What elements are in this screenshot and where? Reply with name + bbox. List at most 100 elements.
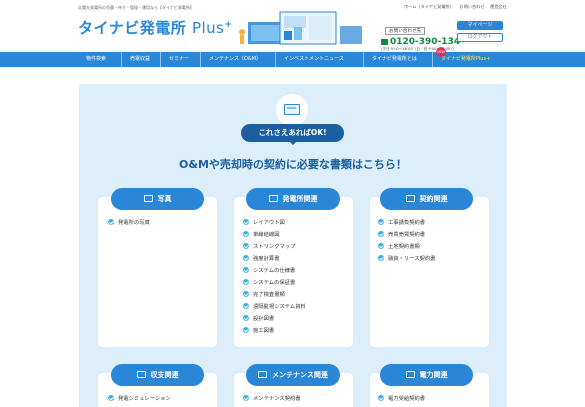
list-item[interactable]: 工事請負契約書	[378, 218, 425, 228]
list-item[interactable]: 単線結線図	[243, 230, 280, 240]
contact-label: お問い合わせ先	[385, 27, 426, 35]
item-label: 施工図書	[253, 328, 275, 334]
folder-icon	[143, 195, 153, 202]
list-item[interactable]: メンテナンス契約書	[243, 394, 301, 404]
item-label: 完了検査書類	[253, 292, 285, 298]
category-contracts-header: 契約関連	[380, 188, 473, 210]
phone-number[interactable]: 0120-390-134	[381, 37, 460, 47]
check-icon	[243, 303, 249, 309]
nav-item-maintenance[interactable]: メンテナンス（O&M）	[200, 52, 261, 67]
item-label: システムの保証書	[253, 280, 296, 286]
speech-bubble: これさえあればOK!	[241, 124, 344, 145]
check-icon	[243, 231, 249, 237]
check-icon	[378, 395, 384, 401]
category-photos-header: 写真	[111, 188, 204, 210]
category-power-header: 電力関連	[380, 364, 473, 386]
item-label: 発電所の写真	[118, 220, 150, 226]
top-link-contact[interactable]: お問い合わせ	[459, 4, 484, 9]
folder-icon	[405, 371, 415, 378]
section-title: O&Mや売却時の契約に必要な書類はこちら！	[179, 158, 407, 171]
list-item[interactable]: 融資・リース契約書	[378, 254, 435, 264]
list-item[interactable]: 完了検査書類	[243, 290, 285, 300]
list-item[interactable]: 発電所の写真	[108, 218, 150, 228]
category-plant-header: 発電所関連	[246, 188, 340, 210]
nav-item-seminar[interactable]: セミナー	[160, 52, 189, 67]
item-label: メンテナンス契約書	[253, 396, 301, 402]
item-label: 設計図書	[253, 316, 275, 322]
nav-item-news[interactable]: インベストメントニュース	[275, 52, 344, 67]
list-item[interactable]: 強度計算書	[243, 254, 280, 264]
site-header: 太陽光発電所の売買・仲介・管理・運用なら【タイナビ発電所】 タイナビ発電所 Pl…	[0, 0, 585, 52]
global-nav: 物件検索 売電収益 セミナー メンテナンス（O&M） インベストメントニュース …	[0, 47, 585, 67]
check-icon	[243, 327, 249, 333]
folder-icon	[258, 371, 268, 378]
category-photos-title: 写真	[157, 195, 172, 203]
list-item[interactable]: システムの仕様書	[243, 266, 295, 276]
check-icon	[243, 279, 249, 285]
folder-icon	[268, 195, 278, 202]
item-label: システムの仕様書	[253, 268, 296, 274]
logout-button[interactable]: ログアウト	[457, 33, 503, 42]
category-plant-title: 発電所関連	[282, 195, 318, 203]
item-label: 売買売買契約書	[388, 232, 426, 238]
list-item[interactable]: 遠隔監視システム資料	[243, 302, 306, 312]
mypage-button[interactable]: マイページ	[457, 21, 503, 30]
check-icon	[378, 231, 384, 237]
category-contracts-title: 契約関連	[419, 195, 448, 203]
folder-icon	[405, 195, 415, 202]
nav-item-search[interactable]: 物件検索	[78, 52, 106, 67]
check-icon	[243, 243, 249, 249]
check-icon	[243, 267, 249, 273]
list-item[interactable]: 発電シミュレーション	[108, 394, 171, 404]
top-link-company[interactable]: 運営会社	[490, 4, 507, 9]
mypage-label: マイページ	[467, 22, 493, 28]
item-label: ストリングマップ	[253, 244, 296, 250]
item-label: 融資・リース契約書	[388, 256, 436, 262]
logo-text: タイナビ発電所	[78, 19, 187, 37]
monitor-icon-circle	[276, 94, 308, 126]
logout-label: ログアウト	[467, 34, 493, 40]
item-label: レイアウト図	[253, 220, 285, 226]
item-label: 遠隔監視システム資料	[253, 304, 306, 310]
check-icon	[243, 219, 249, 225]
list-item[interactable]: 売買売買契約書	[378, 230, 425, 240]
list-item[interactable]: レイアウト図	[243, 218, 285, 228]
item-label: 発電シミュレーション	[118, 396, 171, 402]
category-maintenance-header: メンテナンス関連	[246, 364, 340, 386]
nav-item-revenue[interactable]: 売電収益	[121, 52, 150, 67]
monitor-icon	[284, 104, 300, 115]
item-label: 土地契約書類	[388, 244, 420, 250]
phone-text: 0120-390-134	[390, 37, 461, 47]
category-power-title: 電力関連	[419, 371, 448, 379]
check-icon	[243, 395, 249, 401]
list-item[interactable]: 電力受給契約書	[378, 394, 425, 404]
hero-illustration-icon	[239, 11, 362, 45]
item-label: 強度計算書	[253, 256, 280, 262]
check-icon	[243, 315, 249, 321]
list-item[interactable]: システムの保証書	[243, 278, 295, 288]
list-item[interactable]: 施工図書	[243, 326, 274, 336]
check-icon	[243, 255, 249, 261]
header-tagline: 太陽光発電所の売買・仲介・管理・運用なら【タイナビ発電所】	[78, 5, 194, 10]
check-icon	[243, 291, 249, 297]
item-label: 単線結線図	[253, 232, 280, 238]
check-icon	[108, 219, 114, 225]
item-label: 工事請負契約書	[388, 220, 426, 226]
list-item[interactable]: 土地契約書類	[378, 242, 420, 252]
check-icon	[378, 255, 384, 261]
check-icon	[378, 219, 384, 225]
logo-plus: Plus	[191, 19, 225, 37]
folder-icon	[136, 371, 146, 378]
category-maintenance-title: メンテナンス関連	[272, 371, 328, 379]
site-logo[interactable]: タイナビ発電所 Plus+	[78, 17, 233, 38]
top-links: ホーム（タイナビ発電所） お問い合わせ 運営会社	[400, 4, 507, 10]
new-badge: NEW	[436, 47, 446, 57]
top-link-home[interactable]: ホーム（タイナビ発電所）	[404, 4, 454, 9]
check-icon	[378, 243, 384, 249]
list-item[interactable]: ストリングマップ	[243, 242, 295, 252]
list-item[interactable]: 設計図書	[243, 314, 274, 324]
freedial-icon	[381, 38, 388, 45]
category-finance-header: 収支関連	[111, 364, 204, 386]
item-label: 電力受給契約書	[388, 396, 426, 402]
nav-item-about[interactable]: タイナビ発電所とは	[363, 52, 417, 67]
